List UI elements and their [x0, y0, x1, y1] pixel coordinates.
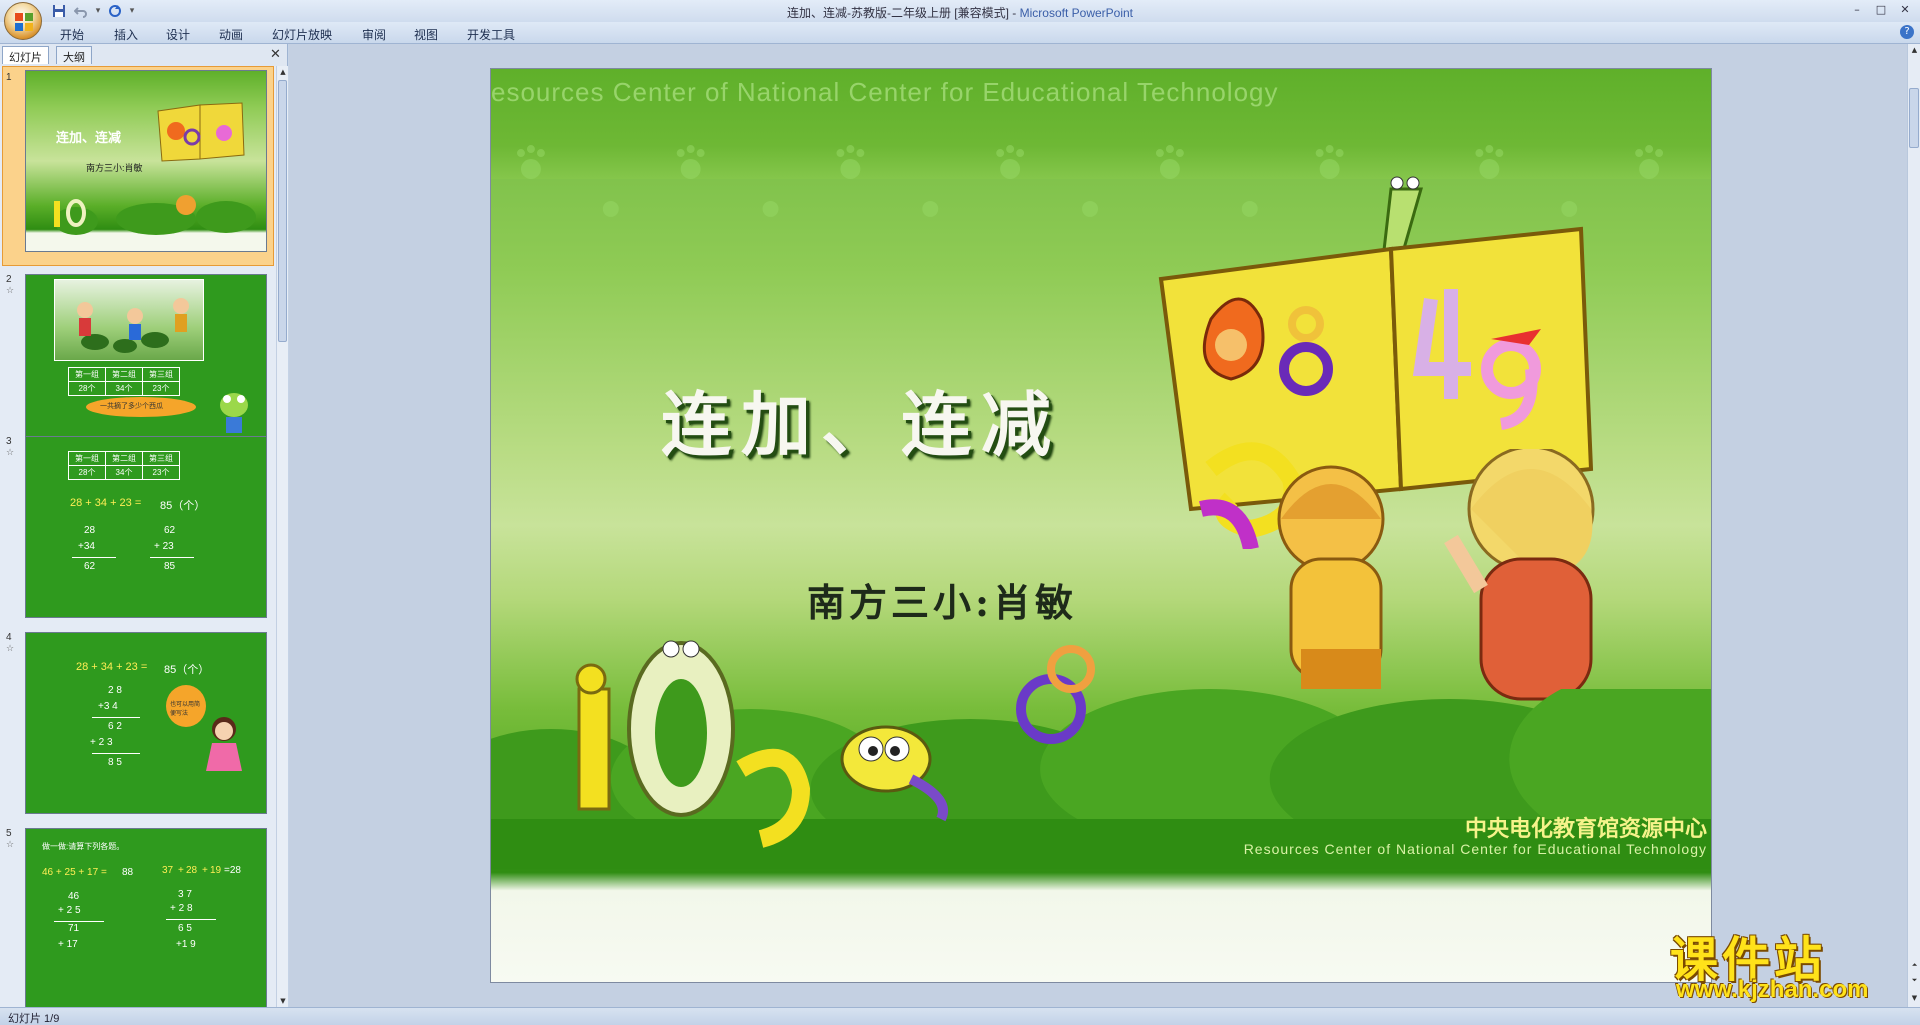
tab-insert[interactable]: 插入: [114, 26, 138, 43]
slide-counter: 幻灯片 1/9: [8, 1013, 60, 1025]
site-watermark-url: www.kjzhan.com: [1676, 976, 1869, 1003]
slide-number: 3: [6, 436, 12, 447]
thumbnail-list: 1 连加、连减 南方三小:肖敏 2 ☆ 第一组 第二组 第三组 28个 34个 …: [0, 66, 276, 1007]
slide-top-watermark: esources Center of National Center for E…: [491, 77, 1279, 107]
office-button[interactable]: [4, 2, 42, 40]
eq2-answer: =28: [224, 865, 241, 876]
girl-illustration: [206, 717, 242, 771]
resource-center-english: Resources Center of National Center for …: [1243, 841, 1707, 857]
scrollbar-thumb[interactable]: [278, 80, 287, 342]
tab-developer[interactable]: 开发工具: [467, 26, 515, 43]
tab-design[interactable]: 设计: [166, 26, 190, 43]
pane-close-icon[interactable]: ✕: [270, 47, 281, 62]
resource-center-name: 中央电化教育馆资源中心: [1464, 817, 1707, 842]
scroll-down-icon[interactable]: ▼: [277, 995, 289, 1007]
slide-number: 5: [6, 828, 12, 839]
thumb-table: 第一组 第二组 第三组 28个 34个 23个: [68, 367, 180, 396]
animation-star-icon: ☆: [6, 448, 15, 458]
app-name: Microsoft PowerPoint: [1019, 6, 1134, 20]
document-title: 连加、连减-苏教版-二年级上册 [兼容模式]: [786, 6, 1009, 20]
current-slide[interactable]: esources Center of National Center for E…: [490, 68, 1712, 983]
tab-slides[interactable]: 幻灯片: [2, 46, 49, 64]
powerpoint-window: ▾ ▾ 连加、连减-苏教版-二年级上册 [兼容模式] - Microsoft P…: [0, 0, 1920, 1025]
animation-star-icon: ☆: [6, 644, 15, 654]
slide-subtitle[interactable]: 南方三小:肖敏: [807, 572, 1077, 627]
scroll-up-icon[interactable]: ▲: [277, 66, 289, 78]
eq2-part4: +: [202, 865, 208, 876]
thumb-subtitle: 南方三小:肖敏: [86, 163, 143, 173]
thumbnail-row-2[interactable]: 2 ☆ 第一组 第二组 第三组 28个 34个 23个 一共摘了多少个西瓜: [0, 226, 276, 456]
thumbnail-row-5[interactable]: 5 ☆ 做一做:请算下列各题。 46 + 25 + 17 = 88 37 + 2…: [0, 814, 276, 1007]
slide-thumbnail-3[interactable]: 第一组 第二组 第三组 28个 34个 23个 28 + 34 + 23 = 85（个）…: [25, 436, 267, 618]
tab-view[interactable]: 视图: [414, 26, 438, 43]
tab-outline[interactable]: 大纲: [56, 46, 92, 64]
office-logo-icon: [15, 13, 33, 31]
slide-thumbnail-4[interactable]: 28 + 34 + 23 = 85（个） 2 8 +3 4 6 2 + 2 3 …: [25, 632, 267, 814]
ribbon-tabs: 开始 插入 设计 动画 幻灯片放映 审阅 视图 开发工具 ?: [0, 22, 1920, 44]
tab-home[interactable]: 开始: [60, 26, 84, 43]
thumbnail-row-4[interactable]: 4 ☆ 28 + 34 + 23 = 85（个） 2 8 +3 4 6 2 + …: [0, 618, 276, 814]
thumbnail-row-3[interactable]: 3 ☆ 第一组 第二组 第三组 28个 34个 23个 28 + 34 + 23 = 8…: [0, 422, 276, 618]
editor-scrollbar[interactable]: ▲ ⏶ ⏷ ▼: [1907, 44, 1920, 1007]
animation-star-icon: ☆: [6, 840, 15, 850]
tab-review[interactable]: 审阅: [362, 26, 386, 43]
number-characters-illustration: [575, 640, 1095, 848]
slide-number: 4: [6, 632, 12, 643]
thumbnail-scrollbar[interactable]: ▲ ▼: [276, 66, 288, 1007]
eq2-part3: 28: [186, 865, 198, 876]
window-controls: – □ ✕: [1848, 2, 1914, 16]
eq2-part2: +: [178, 865, 184, 876]
slide-title[interactable]: 连加、连减: [661, 369, 1061, 470]
eq2-part1: 37: [162, 865, 174, 876]
minimize-button[interactable]: –: [1848, 2, 1866, 16]
slide-number: 2: [6, 274, 12, 285]
window-title: 连加、连减-苏教版-二年级上册 [兼容模式] - Microsoft Power…: [786, 6, 1134, 20]
scroll-up-icon[interactable]: ▲: [1908, 44, 1920, 56]
help-icon[interactable]: ?: [1900, 25, 1914, 39]
animation-star-icon: ☆: [6, 286, 15, 296]
tab-animations[interactable]: 动画: [219, 26, 243, 43]
watermelon-picture: [54, 279, 204, 361]
thumb-title: 连加、连减: [56, 130, 122, 145]
maximize-button[interactable]: □: [1872, 2, 1890, 16]
title-bar: ▾ ▾ 连加、连减-苏教版-二年级上册 [兼容模式] - Microsoft P…: [0, 0, 1920, 22]
tab-slideshow[interactable]: 幻灯片放映: [272, 26, 332, 43]
slides-pane: 幻灯片 大纲 ✕ 1 连加、连减 南方三小:肖敏 2 ☆ 第一组 第二组 第三组…: [0, 44, 288, 1007]
site-watermark-logo: 课件站 www.kjzhan.com: [1670, 920, 1910, 1010]
status-bar: 幻灯片 1/9: [0, 1007, 1920, 1025]
eq2-part5: 19: [210, 865, 222, 876]
hint-bubble: 也可以用简便写法: [166, 685, 206, 727]
close-button[interactable]: ✕: [1896, 2, 1914, 16]
slide-thumbnail-5[interactable]: 做一做:请算下列各题。 46 + 25 + 17 = 88 37 + 28 + …: [25, 828, 267, 1007]
slide-number: 1: [6, 72, 12, 83]
thumb-table: 第一组 第二组 第三组 28个 34个 23个: [68, 451, 180, 480]
book-illustration: [157, 102, 245, 162]
question-bubble: 一共摘了多少个西瓜: [86, 397, 196, 417]
slide-thumbnail-1[interactable]: 连加、连减 南方三小:肖敏: [25, 70, 267, 252]
scrollbar-thumb[interactable]: [1909, 88, 1919, 148]
